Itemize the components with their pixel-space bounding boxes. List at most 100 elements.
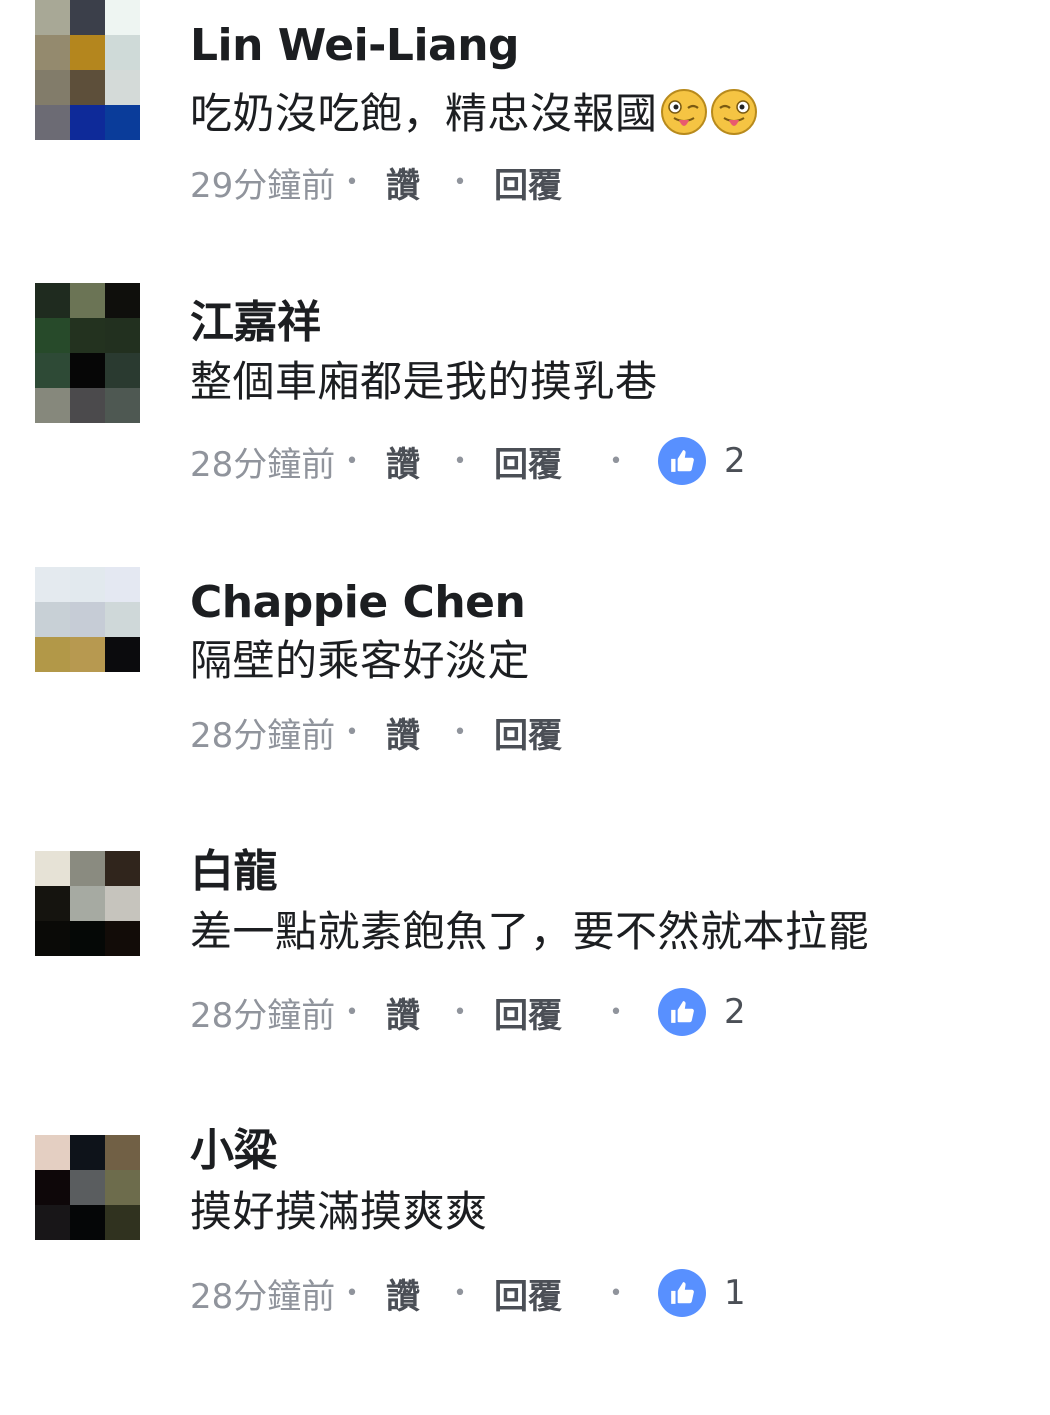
avatar-pixel xyxy=(105,851,140,886)
avatar-pixel xyxy=(70,851,105,886)
avatar-pixel xyxy=(70,70,105,105)
avatar-pixel xyxy=(105,637,140,672)
avatar-pixel xyxy=(35,886,70,921)
separator-dot: • xyxy=(609,448,623,474)
comment-timestamp[interactable]: 28分鐘前 xyxy=(190,708,342,757)
avatar[interactable] xyxy=(35,1135,140,1240)
avatar-pixel xyxy=(70,567,105,602)
avatar-pixel xyxy=(70,1205,105,1240)
avatar-pixel xyxy=(105,0,140,35)
comment-author[interactable]: 白龍 xyxy=(190,846,278,898)
comment-timestamp[interactable]: 28分鐘前 xyxy=(190,1269,342,1318)
avatar-pixel xyxy=(35,318,70,353)
reply-button[interactable]: 回覆 xyxy=(494,158,574,207)
separator-dot: • xyxy=(453,448,467,474)
like-button[interactable]: 讚 xyxy=(386,437,426,486)
avatar-pixel xyxy=(70,921,105,956)
reply-button[interactable]: 回覆 xyxy=(494,988,574,1037)
avatar-pixel xyxy=(105,1170,140,1205)
comment-timestamp[interactable]: 28分鐘前 xyxy=(190,437,342,486)
avatar-pixel xyxy=(35,602,70,637)
avatar-pixel xyxy=(105,1205,140,1240)
comment-actions: 28分鐘前 • 讚 • 回覆 • 2 xyxy=(190,987,746,1037)
separator-dot: • xyxy=(345,1280,359,1306)
avatar-pixel xyxy=(35,851,70,886)
like-button[interactable]: 讚 xyxy=(386,158,426,207)
avatar-pixel xyxy=(35,637,70,672)
avatar-pixel xyxy=(105,567,140,602)
avatar-pixel xyxy=(35,567,70,602)
avatar-pixel xyxy=(105,353,140,388)
avatar-pixel xyxy=(35,388,70,423)
reply-button[interactable]: 回覆 xyxy=(494,708,574,757)
reaction-count: 1 xyxy=(724,1273,746,1313)
comment-text: 吃奶沒吃飽，精忠沒報國 xyxy=(190,88,758,140)
reaction-summary[interactable]: 2 xyxy=(658,437,746,485)
avatar-pixel xyxy=(35,70,70,105)
avatar-pixel xyxy=(105,602,140,637)
avatar-pixel xyxy=(35,0,70,35)
avatar-pixel xyxy=(35,35,70,70)
avatar-pixel xyxy=(105,70,140,105)
avatar-pixel xyxy=(70,318,105,353)
separator-dot: • xyxy=(453,169,467,195)
separator-dot: • xyxy=(345,169,359,195)
avatar-pixel xyxy=(105,283,140,318)
separator-dot: • xyxy=(609,999,623,1025)
comment-text: 摸好摸滿摸爽爽 xyxy=(190,1187,488,1236)
thumbs-up-icon xyxy=(658,1269,706,1317)
comment-author[interactable]: 小粱 xyxy=(190,1125,278,1177)
like-button[interactable]: 讚 xyxy=(386,988,426,1037)
avatar-pixel xyxy=(35,1135,70,1170)
separator-dot: • xyxy=(453,1280,467,1306)
avatar-pixel xyxy=(105,388,140,423)
comment-actions: 29分鐘前 • 讚 • 回覆 xyxy=(190,157,574,207)
comment-author[interactable]: 江嘉祥 xyxy=(190,297,321,349)
winking-tongue-emoji-icon xyxy=(710,89,757,135)
comment-actions: 28分鐘前 • 讚 • 回覆 xyxy=(190,707,574,757)
avatar[interactable] xyxy=(35,0,140,140)
avatar-pixel xyxy=(70,353,105,388)
avatar-pixel xyxy=(70,886,105,921)
avatar-pixel xyxy=(70,602,105,637)
thumbs-up-icon xyxy=(658,437,706,485)
like-button[interactable]: 讚 xyxy=(386,1269,426,1318)
avatar-pixel xyxy=(35,1205,70,1240)
comment-text: 差一點就素飽魚了，要不然就本拉罷 xyxy=(190,907,871,956)
avatar[interactable] xyxy=(35,283,140,425)
reply-button[interactable]: 回覆 xyxy=(494,437,574,486)
avatar-pixel xyxy=(35,353,70,388)
avatar-pixel xyxy=(70,637,105,672)
comment-timestamp[interactable]: 28分鐘前 xyxy=(190,988,342,1037)
avatar-pixel xyxy=(105,886,140,921)
separator-dot: • xyxy=(345,448,359,474)
avatar[interactable] xyxy=(35,851,140,956)
like-button[interactable]: 讚 xyxy=(386,708,426,757)
avatar-pixel xyxy=(70,388,105,423)
reaction-summary[interactable]: 1 xyxy=(658,1269,746,1317)
avatar-pixel xyxy=(105,318,140,353)
avatar-pixel xyxy=(105,921,140,956)
separator-dot: • xyxy=(609,1280,623,1306)
avatar[interactable] xyxy=(35,567,140,672)
separator-dot: • xyxy=(453,999,467,1025)
comment-item: 白龍 差一點就素飽魚了，要不然就本拉罷 28分鐘前 • 讚 • 回覆 • 2 xyxy=(0,846,1050,1131)
comment-item: Chappie Chen 隔壁的乘客好淡定 28分鐘前 • 讚 • 回覆 xyxy=(0,567,1050,847)
separator-dot: • xyxy=(453,719,467,745)
separator-dot: • xyxy=(345,719,359,745)
comment-item: 江嘉祥 整個車廂都是我的摸乳巷 28分鐘前 • 讚 • 回覆 • 2 xyxy=(0,283,1050,563)
comment-author[interactable]: Lin Wei-Liang xyxy=(190,20,520,72)
comment-item: Lin Wei-Liang 吃奶沒吃飽，精忠沒報國 29分鐘前 • 讚 • 回覆 xyxy=(0,0,1050,280)
comment-text: 整個車廂都是我的摸乳巷 xyxy=(190,357,658,406)
winking-tongue-emoji-icon xyxy=(660,89,707,135)
comment-author[interactable]: Chappie Chen xyxy=(190,577,526,629)
avatar-pixel xyxy=(35,921,70,956)
comment-actions: 28分鐘前 • 讚 • 回覆 • 1 xyxy=(190,1268,746,1318)
reply-button[interactable]: 回覆 xyxy=(494,1269,574,1318)
comment-item: 小粱 摸好摸滿摸爽爽 28分鐘前 • 讚 • 回覆 • 1 xyxy=(0,1125,1050,1415)
comment-actions: 28分鐘前 • 讚 • 回覆 • 2 xyxy=(190,436,746,486)
avatar-pixel xyxy=(70,1170,105,1205)
reaction-summary[interactable]: 2 xyxy=(658,988,746,1036)
separator-dot: • xyxy=(345,999,359,1025)
comment-timestamp[interactable]: 29分鐘前 xyxy=(190,158,342,207)
